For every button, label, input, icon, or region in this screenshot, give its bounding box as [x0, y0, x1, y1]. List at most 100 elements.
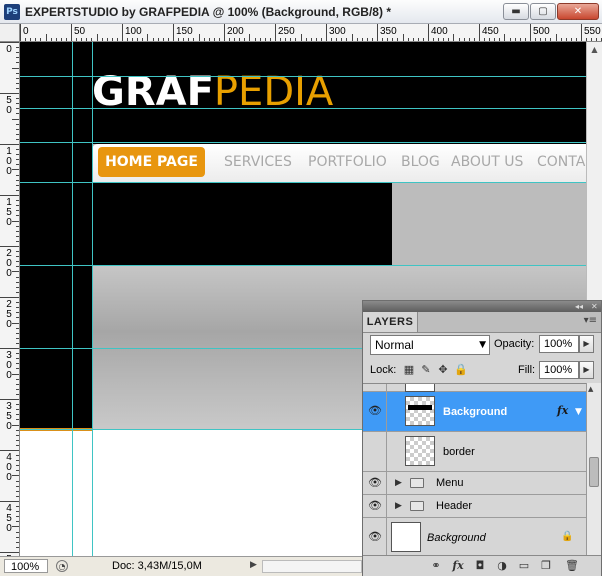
layer-row-partial[interactable] — [363, 384, 586, 392]
lock-all-icon[interactable]: 🔒 — [454, 364, 468, 376]
scroll-thumb[interactable] — [589, 457, 599, 487]
ruler-tick — [301, 34, 302, 41]
eye-icon[interactable]: 👁 — [368, 404, 382, 417]
lock-image-pixels-icon[interactable]: ✎ — [420, 364, 432, 376]
add-layer-style-icon[interactable]: fx — [451, 559, 465, 573]
status-info-icon[interactable]: ◔ — [56, 560, 68, 572]
trash-icon[interactable]: 🗑 — [565, 559, 579, 573]
fill-slider-arrow-icon[interactable]: ▶ — [579, 361, 594, 379]
guide-horizontal[interactable] — [20, 76, 586, 77]
ruler-tick — [438, 38, 439, 41]
maximize-button[interactable]: ▢ — [530, 3, 556, 20]
ruler-tick — [16, 200, 19, 201]
blend-mode-select[interactable]: Normal ▼ — [370, 335, 490, 355]
ruler-tick — [387, 38, 388, 41]
ruler-tick — [525, 38, 526, 41]
ruler-tick — [16, 481, 19, 482]
layer-name[interactable]: Background — [427, 532, 486, 544]
layer-effects-icon[interactable]: fx — [557, 404, 568, 417]
lock-label: Lock: — [370, 364, 397, 376]
layer-group-menu[interactable]: 👁 ▶ Menu — [363, 472, 586, 495]
ruler-tick — [16, 379, 19, 380]
visibility-cell[interactable] — [363, 432, 387, 471]
ruler-tick — [16, 302, 19, 303]
ruler-tick — [168, 38, 169, 41]
visibility-cell[interactable]: 👁 — [363, 472, 387, 494]
guide-vertical[interactable] — [72, 42, 73, 556]
new-layer-icon[interactable]: ❐ — [539, 559, 553, 573]
ruler-tick — [16, 363, 19, 364]
ruler-tick — [520, 38, 521, 41]
tab-layers[interactable]: LAYERS — [363, 312, 418, 332]
eye-icon[interactable]: 👁 — [368, 530, 382, 543]
eye-icon[interactable]: 👁 — [368, 476, 382, 489]
minimize-button[interactable]: ▬ — [503, 3, 529, 20]
ruler-tick — [489, 38, 490, 41]
scroll-up-arrow-icon[interactable]: ▲ — [587, 42, 602, 57]
title-bar: Ps EXPERTSTUDIO by GRAFPEDIA @ 100% (Bac… — [0, 0, 602, 24]
panel-title-strip[interactable]: ◂◂ ✕ — [363, 301, 601, 312]
group-name[interactable]: Header — [436, 500, 472, 512]
ruler-tick — [16, 486, 19, 487]
ruler-tick — [413, 38, 414, 41]
opacity-slider-arrow-icon[interactable]: ▶ — [579, 335, 594, 353]
close-button[interactable]: ✕ — [557, 3, 599, 20]
ruler-tick — [16, 353, 19, 354]
eye-icon[interactable]: 👁 — [368, 499, 382, 512]
ruler-tick — [0, 297, 19, 298]
ruler-tick — [229, 38, 230, 41]
layer-row-background-selected[interactable]: 👁 Background fx ▼ — [363, 392, 586, 432]
layer-name[interactable]: border — [443, 446, 475, 458]
ruler-tick — [158, 38, 159, 41]
adjustment-layer-icon[interactable]: ◑ — [495, 559, 509, 573]
zoom-level-field[interactable]: 100% — [4, 559, 48, 573]
fill-label: Fill: — [518, 364, 536, 376]
ruler-tick — [484, 38, 485, 41]
horizontal-ruler[interactable]: 0 50 100 150 200 250 300 350 400 450 500 550 — [20, 24, 602, 42]
lock-transparent-pixels-icon[interactable]: ▦ — [403, 364, 415, 376]
scroll-up-arrow-icon[interactable]: ▲ — [588, 385, 593, 393]
visibility-cell[interactable]: 👁 — [363, 495, 387, 517]
expand-triangle-icon[interactable]: ▶ — [395, 501, 402, 511]
panel-menu-icon[interactable]: ▾≡ — [584, 315, 597, 326]
visibility-cell[interactable]: 👁 — [363, 518, 387, 556]
opacity-input[interactable]: 100% — [539, 335, 579, 353]
guide-horizontal[interactable] — [20, 142, 586, 143]
chevron-down-icon[interactable]: ▼ — [575, 407, 582, 417]
ruler-tick — [382, 38, 383, 41]
grafpedia-logo: GRAFPEDIA — [92, 72, 333, 112]
layer-group-header[interactable]: 👁 ▶ Header — [363, 495, 586, 518]
ruler-tick — [408, 38, 409, 41]
guide-horizontal[interactable] — [20, 182, 586, 183]
expand-triangle-icon[interactable]: ▶ — [395, 478, 402, 488]
visibility-cell[interactable] — [363, 384, 387, 391]
layer-row-border[interactable]: border — [363, 432, 586, 472]
guide-horizontal[interactable] — [20, 265, 586, 266]
nav-contact: CONTACT — [537, 154, 586, 170]
ruler-tick — [16, 190, 19, 191]
new-group-icon[interactable]: ▭ — [517, 559, 531, 573]
add-mask-icon[interactable]: ◘ — [473, 559, 487, 573]
group-name[interactable]: Menu — [436, 477, 464, 489]
ruler-tick — [306, 38, 307, 41]
ruler-tick — [16, 537, 19, 538]
layer-name[interactable]: Background — [443, 406, 507, 418]
ruler-origin[interactable] — [0, 24, 20, 42]
ruler-label: 50 — [74, 26, 86, 37]
status-menu-arrow-icon[interactable]: ▶ — [250, 560, 257, 570]
fill-input[interactable]: 100% — [539, 361, 579, 379]
guide-vertical[interactable] — [92, 42, 93, 556]
ruler-tick — [566, 38, 567, 41]
vertical-ruler[interactable]: 050100150200250300350400450500 — [0, 42, 20, 556]
lock-position-icon[interactable]: ✥ — [437, 364, 449, 376]
layer-row-base-background[interactable]: 👁 Background 🔒 — [363, 518, 586, 556]
collapse-panel-icon[interactable]: ◂◂ — [575, 301, 583, 312]
ruler-tick — [16, 129, 19, 130]
layers-list-scrollbar[interactable]: ▲ — [586, 383, 601, 555]
visibility-cell[interactable]: 👁 — [363, 392, 387, 431]
close-panel-icon[interactable]: ✕ — [591, 301, 598, 312]
link-layers-icon[interactable]: ⚭ — [429, 559, 443, 573]
ruler-tick — [224, 24, 225, 41]
guide-horizontal[interactable] — [20, 108, 586, 109]
horizontal-scrollbar[interactable] — [262, 560, 362, 573]
